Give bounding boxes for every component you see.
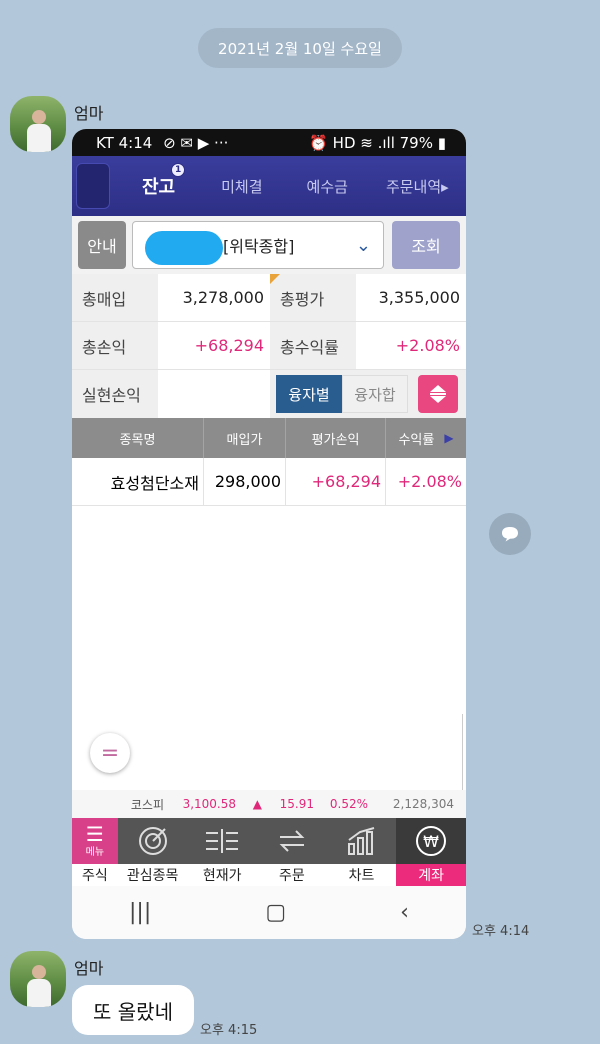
nav-stocks[interactable]: ☰ 메뉴 주식 xyxy=(72,818,118,886)
account-select[interactable]: [위탁종합] ⌄ xyxy=(132,221,384,269)
summary-row: 실현손익 융자별 융자합 xyxy=(72,370,466,418)
sender-name: 엄마 xyxy=(74,959,104,978)
sender-avatar[interactable] xyxy=(10,96,66,152)
bottom-nav: ☰ 메뉴 주식 관심종목 현재가 주문 차트 ₩ 계좌 xyxy=(72,818,466,886)
tab-badge: 1 xyxy=(171,163,186,177)
nav-chart[interactable]: 차트 xyxy=(326,818,397,886)
floating-menu-button[interactable]: = xyxy=(90,733,130,773)
ticker-index-name: 코스피 xyxy=(130,797,164,812)
nav-order[interactable]: 주문 xyxy=(257,818,327,886)
total-pl-value: +68,294 xyxy=(158,322,270,369)
query-button[interactable]: 조회 xyxy=(392,221,460,269)
recent-apps-icon[interactable]: ||| xyxy=(129,900,151,925)
sender-name: 엄마 xyxy=(74,104,104,123)
total-purchase-value: 3,278,000 xyxy=(158,274,270,321)
total-pl-label: 총손익 xyxy=(72,322,158,369)
shared-screenshot-image[interactable]: KT 4:14 ⊘ ✉ ▶ ··· ⏰ HD ≋ .ıll 79% ▮ 잔고 1… xyxy=(72,129,466,939)
total-return-label: 총수익률 xyxy=(270,322,356,369)
redacted-account-number xyxy=(145,231,223,265)
ticker-index-value: 3,100.58 xyxy=(182,797,236,811)
sort-arrows-icon xyxy=(430,385,446,403)
status-notification-icons: ⊘ ✉ ▶ ··· xyxy=(163,133,229,152)
tab-unfilled[interactable]: 미체결 xyxy=(221,176,262,197)
android-nav-bar: ||| ▢ ‹ xyxy=(72,886,466,939)
current-price-icon xyxy=(204,818,240,864)
summary-row: 총손익 +68,294 총수익률 +2.08% xyxy=(72,322,466,370)
svg-text:₩: ₩ xyxy=(423,832,439,851)
cell-stock-name: 효성첨단소재 xyxy=(72,458,204,505)
message-bubble[interactable]: 또 올랐네 xyxy=(72,985,194,1035)
status-bar: KT 4:14 ⊘ ✉ ▶ ··· ⏰ HD ≋ .ıll 79% ▮ xyxy=(72,129,466,156)
segment-by-loan[interactable]: 융자별 xyxy=(276,375,342,413)
account-type: [위탁종합] xyxy=(223,237,295,256)
col-header-name[interactable]: 종목명 xyxy=(72,418,204,458)
col-header-price[interactable]: 매입가 xyxy=(204,418,286,458)
share-button[interactable] xyxy=(489,513,531,555)
tab-back-stub[interactable] xyxy=(76,163,110,209)
total-eval-label: 총평가 xyxy=(270,274,356,321)
cell-eval-pl: +68,294 xyxy=(286,458,386,505)
guide-button[interactable]: 안내 xyxy=(78,221,126,269)
up-arrow-icon: ▲ xyxy=(252,797,262,811)
chevron-down-icon: ⌄ xyxy=(355,235,371,256)
status-system-icons: ⏰ HD ≋ .ıll 79% ▮ xyxy=(309,133,446,152)
total-eval-value: 3,355,000 xyxy=(356,274,466,321)
status-carrier-time: KT 4:14 xyxy=(96,133,153,152)
realized-pl-label: 실현손익 xyxy=(72,370,158,418)
home-icon[interactable]: ▢ xyxy=(265,900,286,925)
nav-watchlist[interactable]: 관심종목 xyxy=(117,818,188,886)
holdings-table-header: 종목명 매입가 평가손익 수익률 ▶ xyxy=(72,418,466,458)
menu-icon: ☰ 메뉴 xyxy=(85,821,105,858)
watchlist-icon xyxy=(137,818,169,864)
back-icon[interactable]: ‹ xyxy=(400,900,409,925)
col-header-pl[interactable]: 평가손익 xyxy=(286,418,386,458)
tab-deposit[interactable]: 예수금 xyxy=(307,176,348,197)
message-time: 오후 4:14 xyxy=(472,924,530,939)
ticker-volume: 2,128,304 xyxy=(392,797,454,811)
cell-return-rate: +2.08% xyxy=(397,472,462,491)
scrollbar[interactable] xyxy=(462,714,466,794)
date-divider: 2021년 2월 10일 수요일 xyxy=(198,28,402,68)
speech-bubble-icon xyxy=(502,527,518,542)
tab-order-history[interactable]: 주문내역▸ xyxy=(386,176,449,197)
cell-buy-price: 298,000 xyxy=(204,458,286,505)
sort-toggle-button[interactable] xyxy=(418,375,458,413)
nav-account[interactable]: ₩ 계좌 xyxy=(396,818,466,886)
sender-avatar[interactable] xyxy=(10,951,66,1007)
chart-icon xyxy=(346,818,378,864)
message-time: 오후 4:15 xyxy=(200,1023,258,1038)
summary-row: 총매입 3,278,000 총평가 3,355,000 xyxy=(72,274,466,322)
segment-control: 융자별 융자합 xyxy=(270,370,466,418)
scroll-right-icon[interactable]: ▶ xyxy=(444,431,453,445)
account-row: 안내 [위탁종합] ⌄ 조회 xyxy=(72,216,466,274)
index-ticker: 코스피 3,100.58 ▲ 15.91 0.52% 2,128,304 xyxy=(72,790,466,818)
total-purchase-label: 총매입 xyxy=(72,274,158,321)
tab-balance[interactable]: 잔고 1 xyxy=(142,163,186,199)
table-row[interactable]: 효성첨단소재 298,000 +68,294 +2.08% xyxy=(72,458,466,506)
account-won-icon: ₩ xyxy=(414,818,448,864)
col-header-rate[interactable]: 수익률 ▶ xyxy=(386,418,466,458)
segment-loan-total[interactable]: 융자합 xyxy=(342,375,408,413)
tab-bar: 잔고 1 미체결 예수금 주문내역▸ xyxy=(72,156,466,216)
ticker-change: 15.91 xyxy=(279,797,314,811)
ticker-change-pct: 0.52% xyxy=(329,797,368,811)
total-return-value: +2.08% xyxy=(356,322,466,369)
order-icon xyxy=(276,818,308,864)
nav-current-price[interactable]: 현재가 xyxy=(187,818,258,886)
realized-pl-value xyxy=(158,370,270,418)
